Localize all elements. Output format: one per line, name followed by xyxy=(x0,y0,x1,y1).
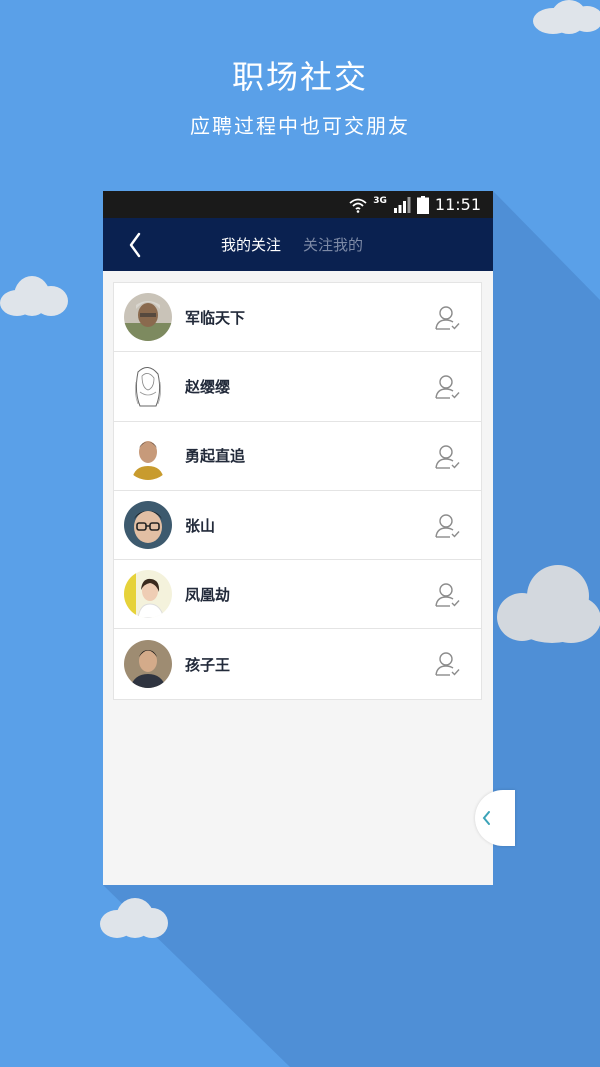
user-check-icon[interactable] xyxy=(435,582,461,608)
chevron-left-icon xyxy=(482,811,490,825)
tab-my-following[interactable]: 我的关注 xyxy=(221,234,281,255)
list-item[interactable]: 凤凰劫 xyxy=(114,560,481,630)
user-check-icon[interactable] xyxy=(435,513,461,539)
avatar xyxy=(124,362,172,411)
contact-name: 勇起直追 xyxy=(185,447,246,466)
battery-icon xyxy=(416,195,429,214)
avatar xyxy=(124,431,172,480)
user-check-icon[interactable] xyxy=(435,305,461,331)
user-check-icon[interactable] xyxy=(435,374,461,400)
contact-name: 赵缨缨 xyxy=(185,377,231,396)
back-button[interactable] xyxy=(123,230,147,260)
avatar xyxy=(124,570,172,619)
list-item[interactable]: 孩子王 xyxy=(114,629,481,699)
chevron-left-icon xyxy=(129,232,141,258)
contact-name: 凤凰劫 xyxy=(185,585,231,604)
cloud-right xyxy=(497,565,600,645)
contact-name: 张山 xyxy=(185,516,216,535)
clock: 11:51 xyxy=(434,195,481,214)
cloud-left xyxy=(0,276,70,320)
phone-screen: 3G 11:51 我的关注 关注我的 军临天下 赵缨缨 勇起直追 张山 凤凰劫 … xyxy=(103,191,493,885)
list-item[interactable]: 张山 xyxy=(114,490,481,561)
user-check-icon[interactable] xyxy=(435,444,461,470)
cloud-top-right xyxy=(533,0,600,36)
promo-subtitle: 应聘过程中也可交朋友 xyxy=(190,114,410,138)
tab-my-followers[interactable]: 关注我的 xyxy=(303,234,363,255)
user-check-icon[interactable] xyxy=(435,651,461,677)
cloud-bottom xyxy=(100,898,170,942)
nav-bar: 我的关注 关注我的 xyxy=(103,218,493,271)
signal-icon xyxy=(393,196,411,213)
avatar xyxy=(124,293,172,342)
list-item[interactable]: 军临天下 xyxy=(114,283,481,353)
promo-title: 职场社交 xyxy=(231,58,368,96)
wifi-icon xyxy=(349,197,367,213)
contact-name: 军临天下 xyxy=(185,308,246,327)
avatar xyxy=(124,640,172,689)
contact-list: 军临天下 赵缨缨 勇起直追 张山 凤凰劫 孩子王 xyxy=(113,282,482,700)
network-type: 3G xyxy=(373,195,387,206)
status-bar: 3G 11:51 xyxy=(103,191,493,218)
tab-bar: 我的关注 关注我的 xyxy=(221,218,363,271)
avatar xyxy=(124,501,172,550)
list-item[interactable]: 勇起直追 xyxy=(114,421,481,491)
contact-name: 孩子王 xyxy=(185,655,231,674)
list-item[interactable]: 赵缨缨 xyxy=(114,352,481,422)
